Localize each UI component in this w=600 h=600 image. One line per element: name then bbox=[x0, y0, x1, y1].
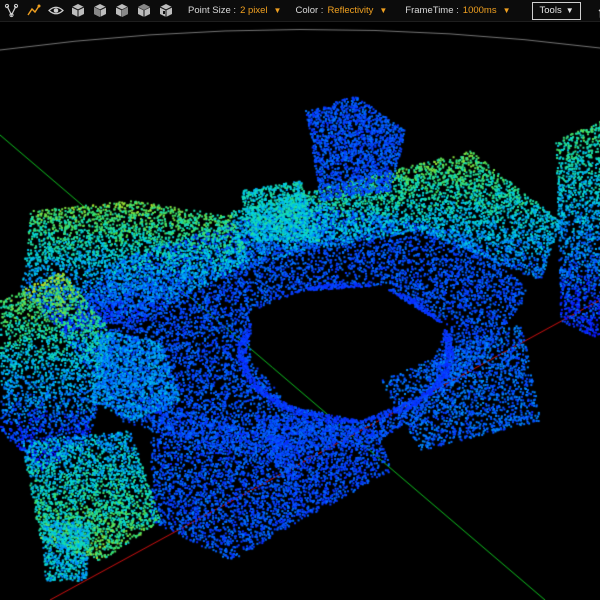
point-cloud-canvas[interactable] bbox=[0, 22, 600, 600]
color-value: Reflectivity bbox=[327, 5, 374, 16]
frametime-value: 1000ms bbox=[462, 5, 497, 16]
point-size-dropdown[interactable]: Point Size : 2 pixel ▼ bbox=[188, 5, 281, 16]
eye-icon[interactable] bbox=[46, 1, 65, 20]
cube-view-2-icon[interactable] bbox=[90, 1, 109, 20]
chevron-down-icon: ▼ bbox=[273, 6, 282, 15]
frametime-label: FrameTime : bbox=[405, 5, 459, 16]
point-cloud-viewport[interactable] bbox=[0, 22, 600, 600]
point-size-label: Point Size : bbox=[188, 5, 237, 16]
cube-view-3-icon[interactable] bbox=[112, 1, 131, 20]
toolbar: Point Size : 2 pixel ▼ Color : Reflectiv… bbox=[0, 0, 600, 22]
color-label: Color : bbox=[295, 5, 324, 16]
chevron-down-icon: ▼ bbox=[379, 6, 388, 15]
app-root: Point Size : 2 pixel ▼ Color : Reflectiv… bbox=[0, 0, 600, 600]
home-icon[interactable] bbox=[597, 1, 600, 20]
frametime-dropdown[interactable]: FrameTime : 1000ms ▼ bbox=[405, 5, 510, 16]
tools-menu-button[interactable]: Tools ▼ bbox=[531, 1, 581, 20]
cube-view-1-icon[interactable] bbox=[68, 1, 87, 20]
polyline-tool-icon[interactable] bbox=[24, 1, 43, 20]
chevron-down-icon: ▼ bbox=[502, 6, 511, 15]
cube-view-5-icon[interactable] bbox=[156, 1, 175, 20]
measure-tool-icon[interactable] bbox=[2, 1, 21, 20]
view-tool-icons bbox=[0, 1, 175, 20]
color-dropdown[interactable]: Color : Reflectivity ▼ bbox=[295, 5, 387, 16]
point-size-value: 2 pixel bbox=[240, 5, 268, 16]
cube-view-4-icon[interactable] bbox=[134, 1, 153, 20]
tools-label: Tools bbox=[539, 4, 562, 16]
chevron-down-icon: ▼ bbox=[565, 5, 574, 15]
